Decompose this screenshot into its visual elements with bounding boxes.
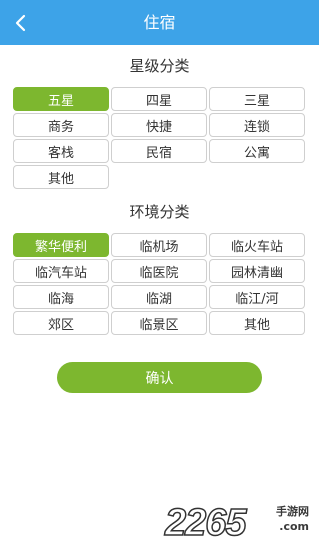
confirm-button[interactable]: 确认 bbox=[57, 362, 262, 393]
watermark-sub: 手游网 bbox=[276, 505, 309, 518]
env-option[interactable]: 临机场 bbox=[111, 233, 207, 257]
watermark-domain: .com bbox=[279, 520, 309, 533]
star-option[interactable]: 快捷 bbox=[111, 113, 207, 137]
watermark-logo: 2265 手游网 .com bbox=[163, 502, 313, 542]
star-option[interactable]: 民宿 bbox=[111, 139, 207, 163]
star-option[interactable]: 公寓 bbox=[209, 139, 305, 163]
star-options-grid: 五星 四星 三星商务 快捷 连锁客栈 民宿 公寓其他 bbox=[13, 87, 306, 189]
env-option[interactable]: 园林清幽 bbox=[209, 259, 305, 283]
star-option[interactable]: 三星 bbox=[209, 87, 305, 111]
star-option[interactable]: 商务 bbox=[13, 113, 109, 137]
env-section-title: 环境分类 bbox=[129, 203, 190, 221]
env-option[interactable]: 临景区 bbox=[111, 311, 207, 335]
page-title: 住宿 bbox=[143, 13, 176, 32]
watermark-brand-graphic: 2265 bbox=[163, 502, 249, 542]
env-option[interactable]: 临汽车站 bbox=[13, 259, 109, 283]
star-option[interactable]: 连锁 bbox=[209, 113, 305, 137]
star-option[interactable]: 客栈 bbox=[13, 139, 109, 163]
env-option[interactable]: 其他 bbox=[209, 311, 305, 335]
env-option[interactable]: 临江/河 bbox=[209, 285, 305, 309]
header-bar: 住宿 bbox=[0, 0, 319, 45]
star-option[interactable]: 其他 bbox=[13, 165, 109, 189]
env-option[interactable]: 临火车站 bbox=[209, 233, 305, 257]
env-option[interactable]: 郊区 bbox=[13, 311, 109, 335]
svg-text:2265: 2265 bbox=[164, 502, 247, 542]
env-option[interactable]: 临湖 bbox=[111, 285, 207, 309]
star-option[interactable]: 四星 bbox=[111, 87, 207, 111]
star-section-title: 星级分类 bbox=[129, 57, 190, 75]
env-option[interactable]: 临海 bbox=[13, 285, 109, 309]
env-options-grid: 繁华便利 临机场 临火车站临汽车站 临医院 园林清幽临海 临湖 临江/河郊区 临景区 其他 bbox=[13, 233, 306, 335]
star-option[interactable]: 五星 bbox=[13, 87, 109, 111]
env-option[interactable]: 临医院 bbox=[111, 259, 207, 283]
env-option[interactable]: 繁华便利 bbox=[13, 233, 109, 257]
